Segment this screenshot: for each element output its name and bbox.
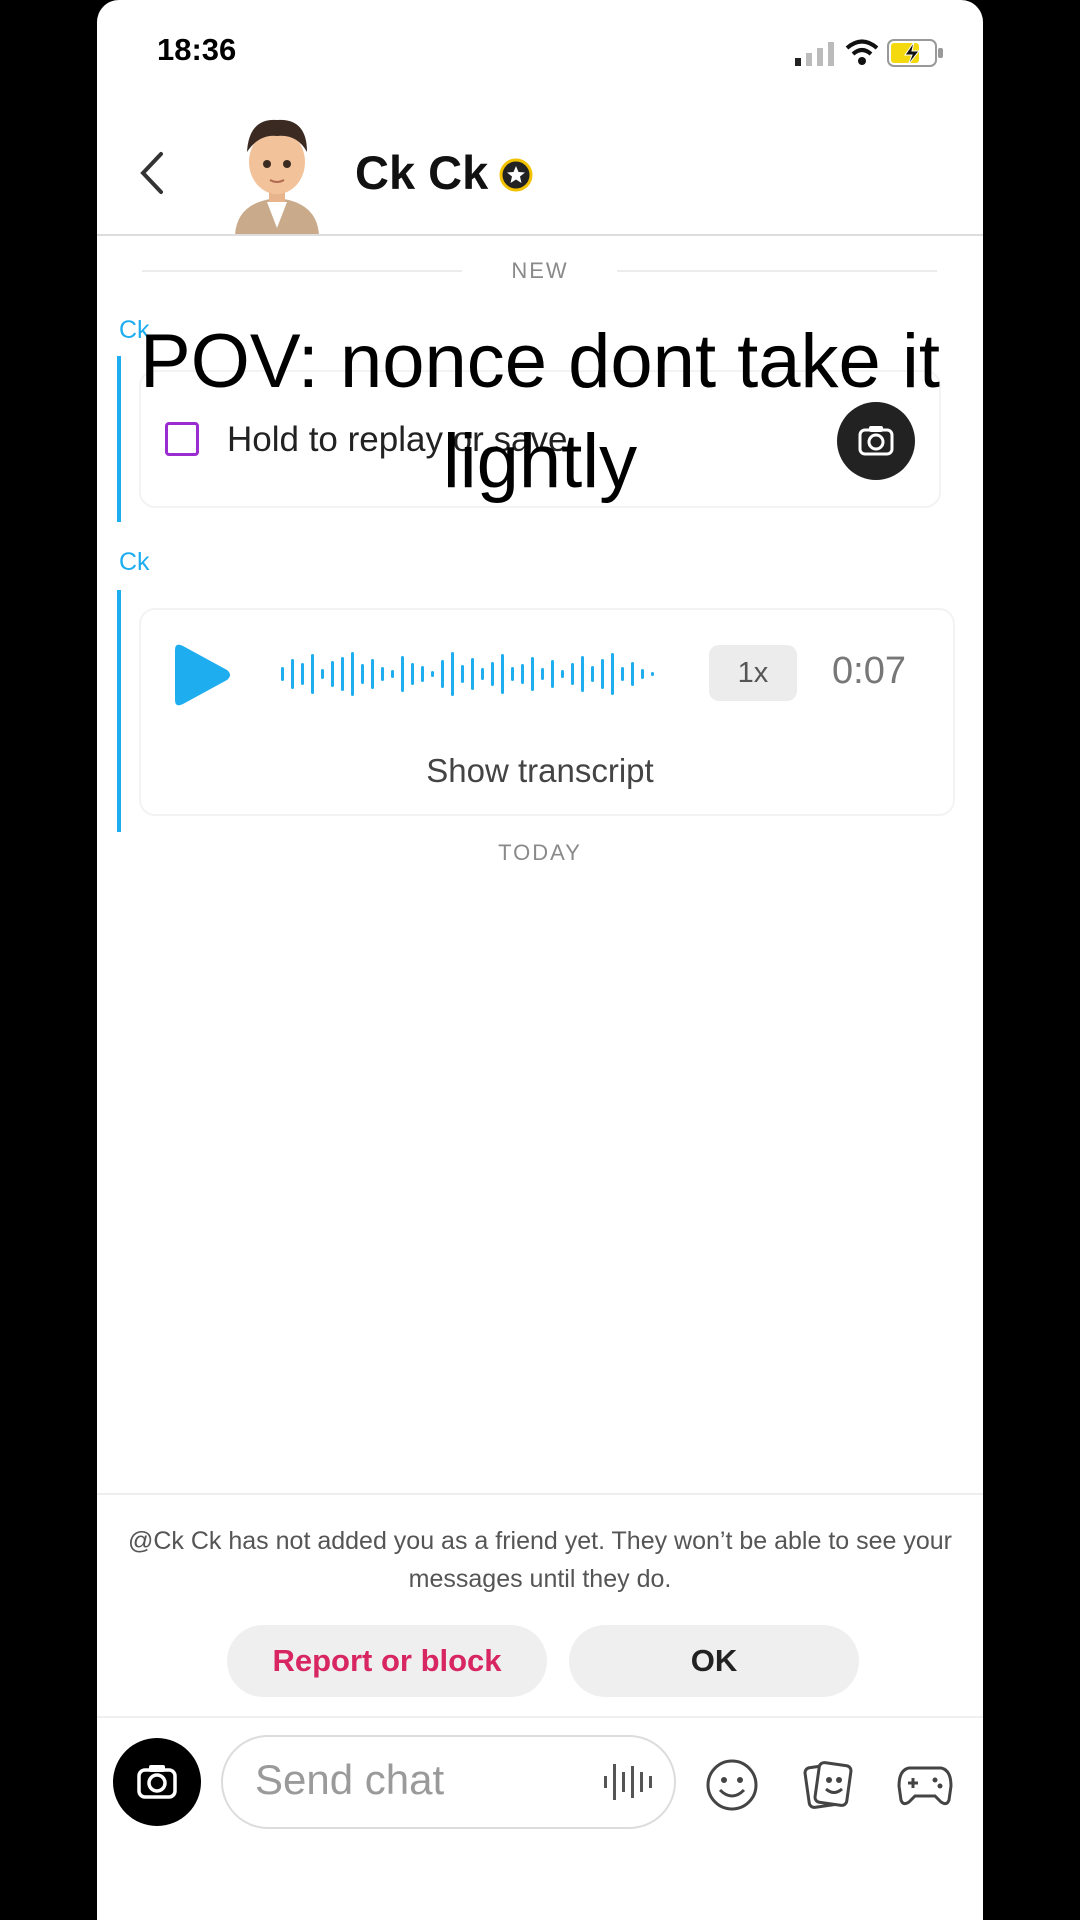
bitmoji-avatar[interactable] (227, 110, 327, 235)
notice-divider (97, 1493, 983, 1495)
waveform-bar (571, 663, 574, 685)
new-divider-label: NEW (511, 258, 569, 283)
friend-notice-text: @Ck Ck has not added you as a friend yet… (128, 1527, 952, 1593)
waveform-bar (651, 672, 654, 676)
waveform-bar (631, 662, 634, 686)
camera-icon (137, 1765, 177, 1799)
waveform-bar (581, 656, 584, 692)
ok-button[interactable]: OK (569, 1625, 859, 1697)
waveform-bar (301, 663, 304, 685)
waveform-bar (311, 654, 314, 694)
waveform-bar (501, 654, 504, 694)
waveform-bar (431, 671, 434, 677)
waveform-bar (321, 669, 324, 679)
play-icon[interactable] (167, 640, 233, 710)
message-accent-bar (117, 590, 121, 832)
waveform-bar (361, 664, 364, 684)
show-transcript-button[interactable]: Show transcript (97, 752, 983, 790)
waveform-bar (491, 662, 494, 686)
waveform-bar (421, 666, 424, 682)
waveform-bar (391, 670, 394, 678)
waveform-bar (331, 661, 334, 687)
waveform-bar (481, 668, 484, 680)
chat-screen: 18:36 Ck Ck NEW Ck Hold to replay or sav… (97, 0, 983, 1920)
waveform-bar (601, 659, 604, 689)
waveform-bar (441, 660, 444, 688)
waveform-bar (401, 656, 404, 692)
voice-duration: 0:07 (832, 650, 906, 692)
waveform-bar (531, 657, 534, 691)
waveform-bar (561, 670, 564, 678)
waveform-bar (351, 652, 354, 696)
send-chat-placeholder: Send chat (255, 1756, 445, 1803)
waveform-bar (341, 657, 344, 691)
star-badge-icon (499, 158, 533, 192)
waveform-bar (411, 663, 414, 685)
battery-icon (887, 39, 943, 67)
waveform-bar (551, 660, 554, 688)
waveform-bar (461, 665, 464, 683)
report-or-block-button[interactable]: Report or block (227, 1625, 547, 1697)
waveform-bar (621, 667, 624, 681)
waveform-bar (591, 666, 594, 682)
contact-name[interactable]: Ck Ck (355, 145, 488, 200)
memories-sticker-icon[interactable] (801, 1758, 855, 1812)
audio-waveform[interactable] (279, 648, 659, 700)
back-chevron-icon[interactable] (137, 150, 167, 196)
waveform-bar (521, 664, 524, 684)
waveform-bar (371, 659, 374, 689)
sender-label: Ck (119, 548, 150, 576)
waveform-bar (451, 652, 454, 696)
status-time: 18:36 (157, 32, 237, 67)
waveform-bar (511, 667, 514, 681)
waveform-bar (291, 659, 294, 689)
video-caption-overlay: POV: nonce dont take it lightly (97, 312, 983, 512)
header-divider (97, 234, 983, 236)
caption-line-2: lightly (442, 419, 638, 504)
playback-speed-button[interactable]: 1x (709, 645, 797, 701)
today-divider-label: TODAY (498, 840, 582, 865)
waveform-bar (611, 653, 614, 695)
wifi-icon (845, 39, 879, 65)
voice-note-icon[interactable] (602, 1760, 658, 1804)
input-divider (97, 1716, 983, 1718)
waveform-bar (541, 668, 544, 680)
camera-button[interactable] (113, 1738, 201, 1826)
waveform-bar (641, 669, 644, 679)
signal-icon (795, 42, 834, 66)
emoji-icon[interactable] (705, 1758, 759, 1812)
caption-line-1: POV: nonce dont take it (140, 319, 940, 404)
game-controller-icon[interactable] (897, 1760, 953, 1810)
waveform-bar (281, 667, 284, 681)
waveform-bar (381, 667, 384, 681)
waveform-bar (471, 658, 474, 690)
